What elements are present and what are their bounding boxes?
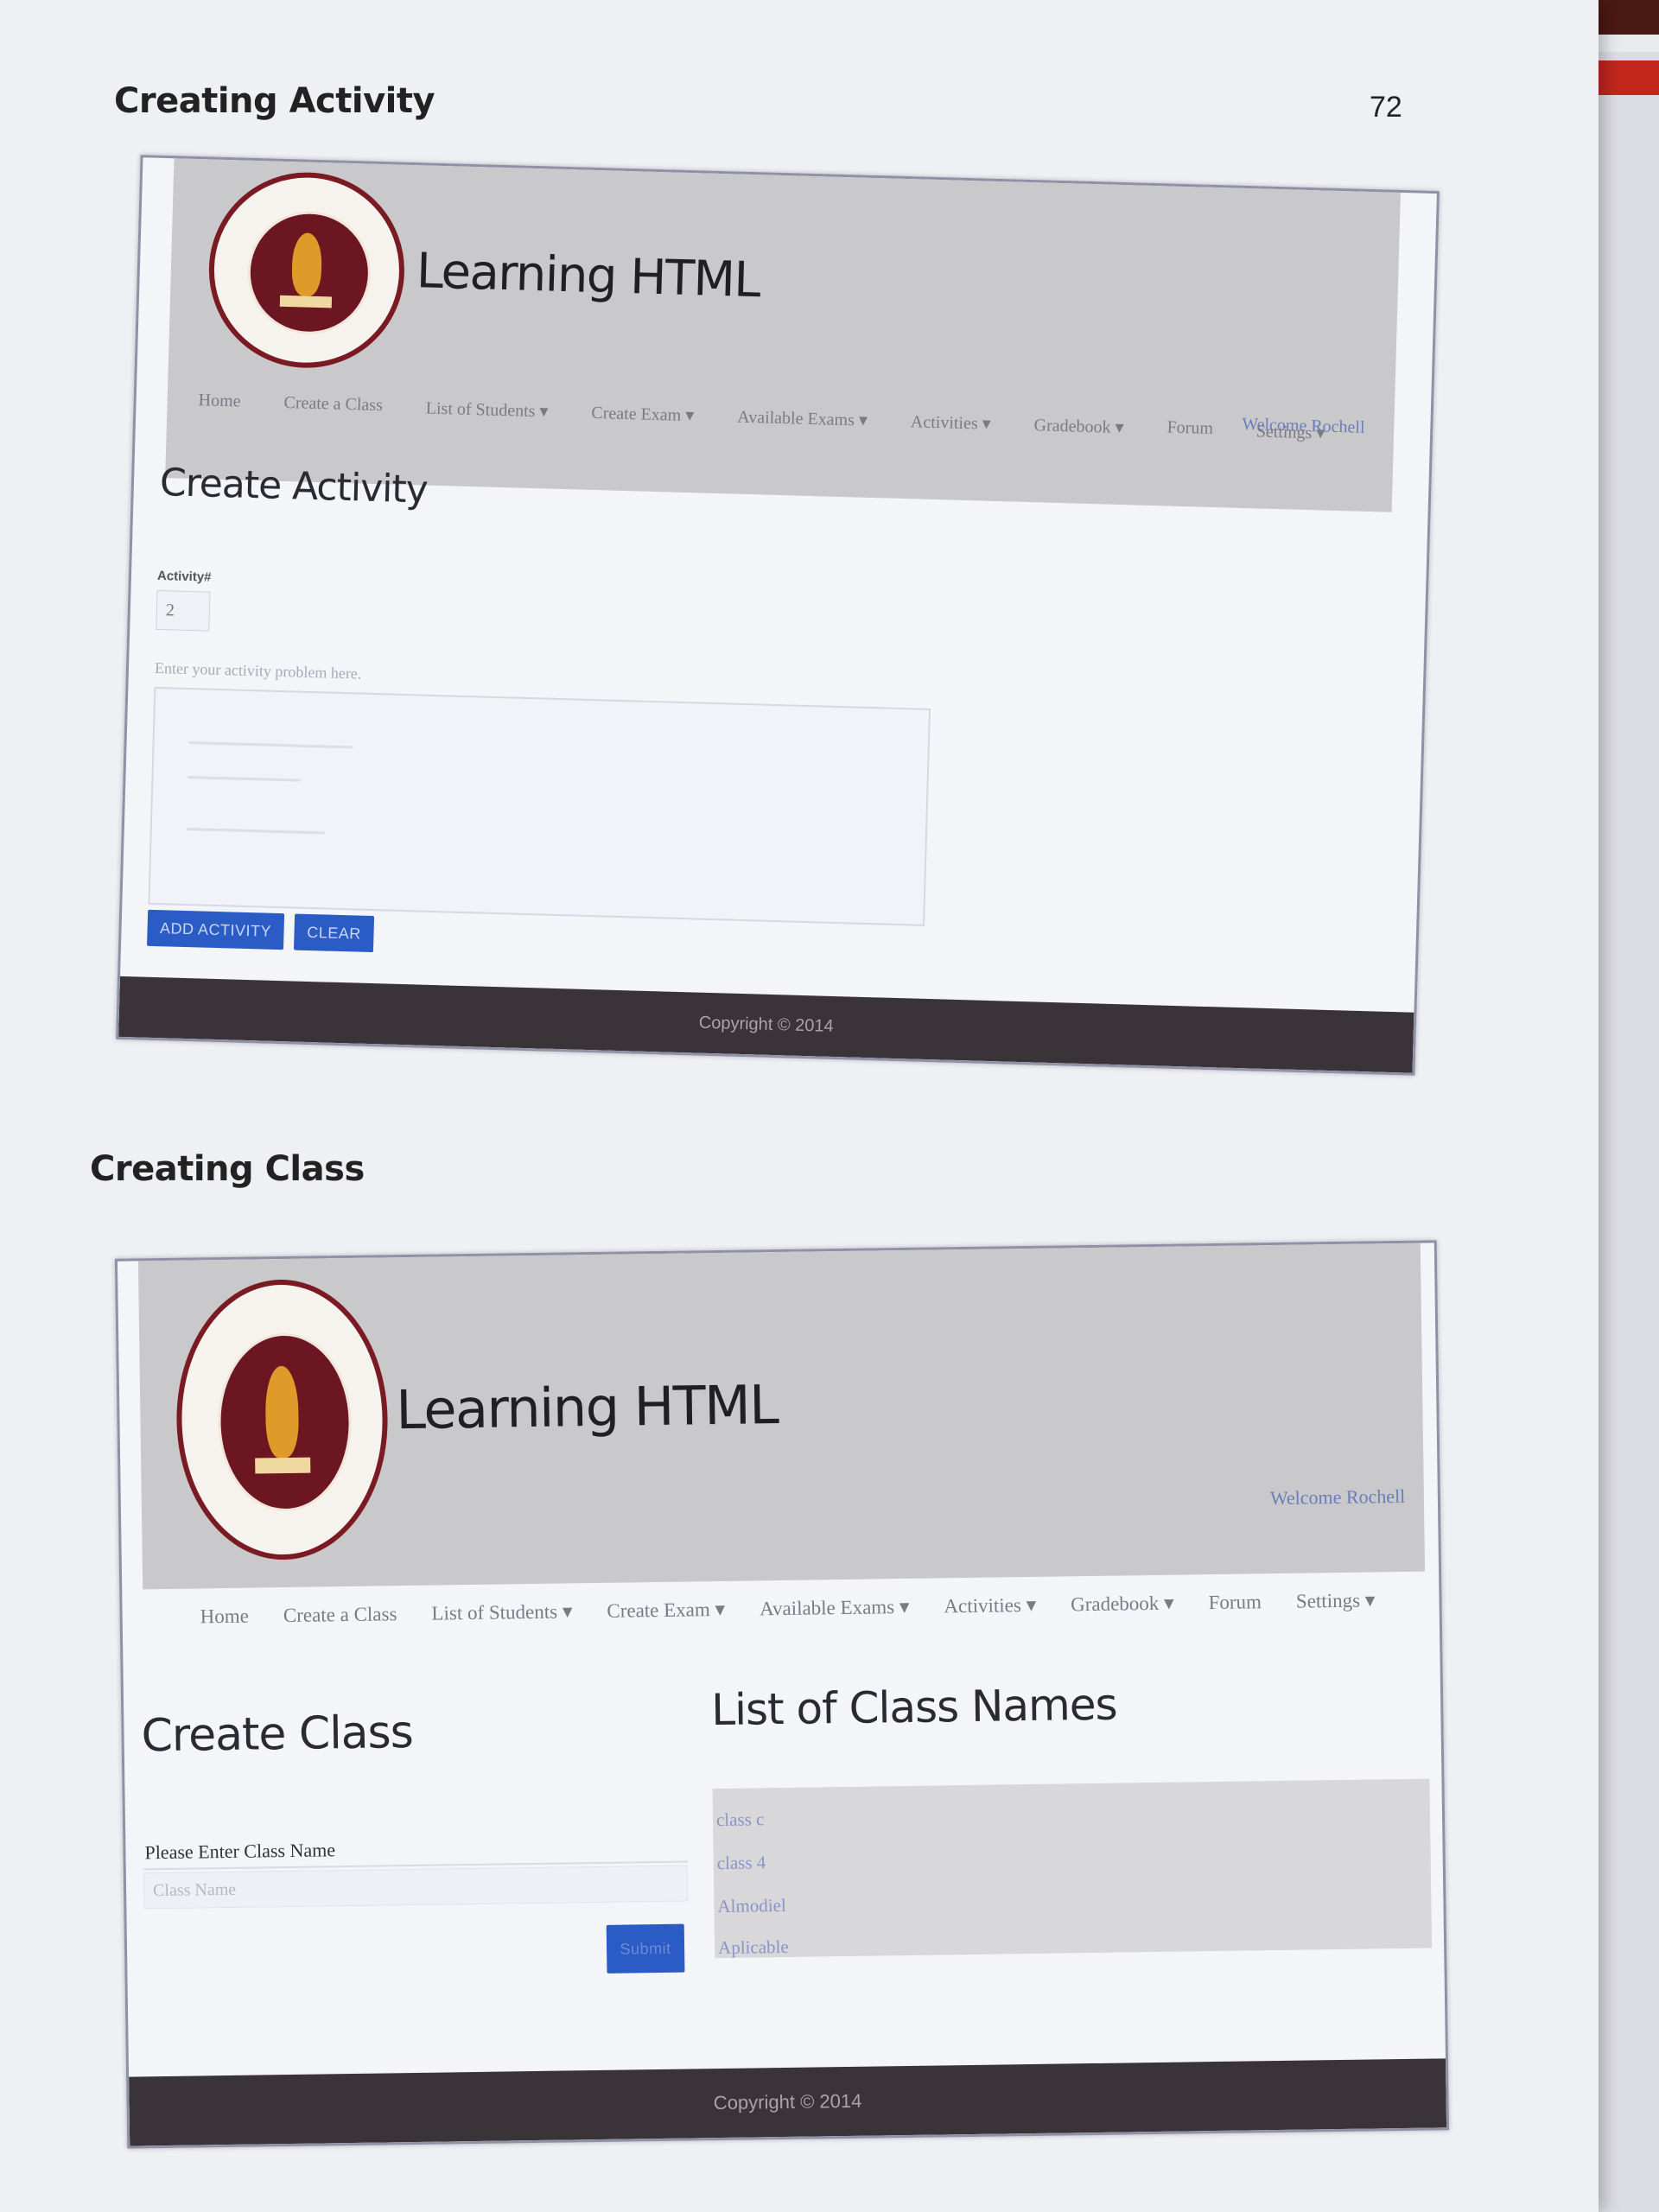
seal-book-icon xyxy=(254,1457,311,1474)
nav-forum[interactable]: Forum xyxy=(1166,418,1213,441)
section-title-creating-class: Creating Class xyxy=(90,1149,365,1189)
textarea-faint-line xyxy=(186,827,325,835)
class-name-label: Please Enter Class Name xyxy=(144,1839,336,1864)
book-page: Creating Activity 72 Learning HTML Welco… xyxy=(0,0,1599,2212)
list-item[interactable]: class c xyxy=(716,1808,765,1831)
page-number: 72 xyxy=(1370,91,1402,124)
red-bookmark-tab xyxy=(1599,60,1659,95)
section-title-creating-activity: Creating Activity xyxy=(114,81,435,121)
list-item[interactable]: class 4 xyxy=(717,1852,766,1874)
list-item[interactable]: Almodiel xyxy=(717,1895,786,1917)
app-title: Learning HTML xyxy=(416,243,760,309)
page-heading-create-activity: Create Activity xyxy=(159,460,429,512)
nav-home[interactable]: Home xyxy=(200,1605,250,1629)
nav-create-exam[interactable]: Create Exam ▾ xyxy=(607,1599,725,1623)
nav-gradebook[interactable]: Gradebook ▾ xyxy=(1071,1592,1174,1617)
activity-number-field[interactable]: 2 xyxy=(156,589,211,632)
footer: Copyright © 2014 xyxy=(129,2058,1447,2146)
nav-gradebook[interactable]: Gradebook ▾ xyxy=(1033,414,1124,438)
page-stack-edge xyxy=(1599,52,1659,2212)
welcome-link[interactable]: Welcome Rochell xyxy=(1270,1485,1406,1510)
list-of-class-names-heading: List of Class Names xyxy=(710,1679,1117,1736)
textarea-faint-line xyxy=(188,776,301,782)
textarea-faint-line xyxy=(188,741,353,749)
nav-available-exams[interactable]: Available Exams ▾ xyxy=(737,406,868,431)
nav-create-exam[interactable]: Create Exam ▾ xyxy=(591,402,695,426)
nav-list-of-students[interactable]: List of Students ▾ xyxy=(431,1600,572,1624)
clear-button[interactable]: CLEAR xyxy=(293,913,375,953)
list-item[interactable]: Aplicable xyxy=(718,1936,789,1959)
nav-settings[interactable]: Settings ▾ xyxy=(1296,1589,1376,1612)
nav-home[interactable]: Home xyxy=(198,391,240,413)
nav-forum[interactable]: Forum xyxy=(1208,1591,1262,1614)
nav-activities[interactable]: Activities ▾ xyxy=(944,1594,1036,1618)
create-class-heading: Create Class xyxy=(141,1706,414,1763)
nav-create-class[interactable]: Create a Class xyxy=(283,1603,397,1627)
activity-problem-textarea[interactable] xyxy=(148,686,931,926)
add-activity-button[interactable]: ADD ACTIVITY xyxy=(147,909,285,950)
screenshot-create-activity: Learning HTML Welcome Rochell Home Creat… xyxy=(115,155,1440,1076)
activity-problem-hint: Enter your activity problem here. xyxy=(154,658,362,683)
nav-list-of-students[interactable]: List of Students ▾ xyxy=(425,397,549,423)
class-name-input[interactable]: Class Name xyxy=(143,1865,689,1910)
submit-button[interactable]: Submit xyxy=(606,1923,685,1974)
nav-activities[interactable]: Activities ▾ xyxy=(911,410,991,435)
footer: Copyright © 2014 xyxy=(118,976,1414,1073)
nav-settings[interactable]: Settings ▾ xyxy=(1256,420,1325,443)
activity-number-label: Activity# xyxy=(156,568,212,585)
seal-flame-icon xyxy=(290,232,323,297)
app-title: Learning HTML xyxy=(395,1373,779,1442)
seal-book-icon xyxy=(279,295,333,308)
main-nav: Home Create a Class List of Students ▾ C… xyxy=(200,1589,1376,1628)
class-names-list: class c class 4 Almodiel Aplicable xyxy=(712,1778,1433,1959)
nav-available-exams[interactable]: Available Exams ▾ xyxy=(760,1596,910,1620)
nav-create-class[interactable]: Create a Class xyxy=(283,393,383,417)
screenshot-create-class: Learning HTML Welcome Rochell Home Creat… xyxy=(114,1240,1450,2149)
